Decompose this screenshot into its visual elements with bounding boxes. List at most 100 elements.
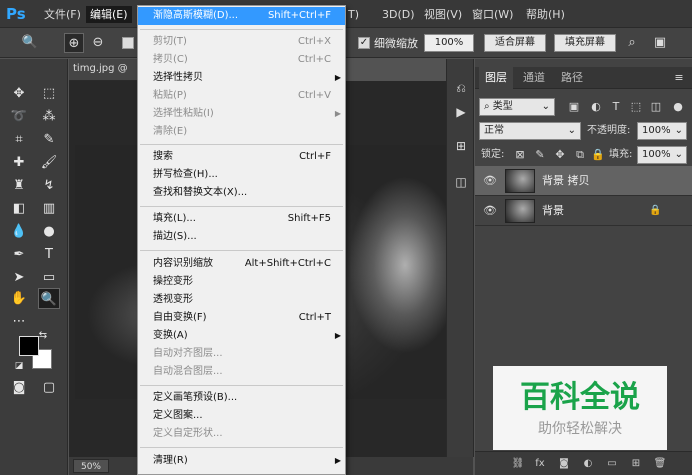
menu-file[interactable]: 文件(F) — [40, 6, 85, 23]
eye-icon[interactable]: 👁 — [483, 174, 497, 188]
menu-item-fade-gaussian-blur[interactable]: 渐隐高斯模糊(D)... Shift+Ctrl+F — [138, 7, 345, 25]
tab-paths[interactable]: 路径 — [555, 67, 589, 89]
search-icon[interactable]: ⌕ — [622, 33, 642, 53]
menu-item-purge[interactable]: 清理(R) ▶ — [138, 452, 345, 470]
brush-tool-icon[interactable]: 🖌 — [38, 152, 60, 173]
menu-item-define-brush[interactable]: 定义画笔预设(B)... — [138, 389, 345, 407]
menu-item-define-custom-shape[interactable]: 定义自定形状... — [138, 425, 345, 443]
menu-item-paste-special[interactable]: 选择性粘贴(I) ▶ — [138, 105, 345, 123]
opacity-field[interactable]: 100% ⌄ — [637, 122, 687, 140]
menu-item-cut[interactable]: 剪切(T) Ctrl+X — [138, 33, 345, 51]
filter-shape-icon[interactable]: ⬚ — [629, 100, 643, 114]
menu-item-copy[interactable]: 拷贝(C) Ctrl+C — [138, 51, 345, 69]
menu-item-paste[interactable]: 粘贴(P) Ctrl+V — [138, 87, 345, 105]
eyedropper-tool-icon[interactable]: ✎ — [38, 129, 60, 150]
zoom-in-icon[interactable]: ⊕ — [64, 33, 84, 53]
default-colors-icon[interactable]: ◪ — [12, 359, 26, 373]
filter-adjustment-icon[interactable]: ◐ — [589, 100, 603, 114]
type-tool-icon[interactable]: T — [38, 244, 60, 265]
tab-layers[interactable]: 图层 — [479, 67, 513, 89]
layer-mask-icon[interactable]: ◙ — [557, 457, 571, 471]
layer-row[interactable]: 👁 背景 拷贝 — [475, 166, 692, 196]
zoom-percent-field[interactable]: 100% — [424, 34, 474, 52]
menu-item-search[interactable]: 搜索 Ctrl+F — [138, 148, 345, 166]
fit-screen-button[interactable]: 适合屏幕 — [484, 34, 546, 52]
filter-smart-object-icon[interactable]: ◫ — [649, 100, 663, 114]
path-selection-tool-icon[interactable]: ➤ — [8, 267, 30, 288]
scrubby-zoom-checkbox[interactable]: ✓ — [358, 37, 370, 49]
new-layer-icon[interactable]: ⊞ — [629, 457, 643, 471]
screen-mode-icon[interactable]: ▢ — [38, 377, 60, 398]
lock-position-icon[interactable]: ✥ — [553, 148, 567, 162]
menu-item-perspective-warp[interactable]: 透视变形 — [138, 291, 345, 309]
pen-tool-icon[interactable]: ✒ — [8, 244, 30, 265]
adjustments-panel-icon[interactable]: ◫ — [452, 173, 470, 191]
workspace-icon[interactable]: ▣ — [650, 33, 670, 53]
menu-item-auto-align-layers[interactable]: 自动对齐图层... — [138, 345, 345, 363]
status-zoom-field[interactable]: 50% — [73, 459, 109, 473]
layer-filter-select[interactable]: ⌕ 类型 ⌄ — [479, 98, 555, 116]
filter-pixel-icon[interactable]: ▣ — [567, 100, 581, 114]
gradient-tool-icon[interactable]: ▥ — [38, 198, 60, 219]
foreground-color-swatch[interactable] — [19, 336, 39, 356]
rectangle-tool-icon[interactable]: ▭ — [38, 267, 60, 288]
lock-all-icon[interactable]: 🔒 — [591, 148, 605, 162]
lasso-tool-icon[interactable]: ➰ — [8, 106, 30, 127]
history-panel-icon[interactable]: ⎌ — [452, 79, 470, 97]
eraser-tool-icon[interactable]: ◧ — [8, 198, 30, 219]
resize-windows-checkbox[interactable] — [122, 37, 134, 49]
link-layers-icon[interactable]: ⛓ — [511, 457, 525, 471]
layer-style-icon[interactable]: fx — [533, 457, 547, 471]
menu-item-define-pattern[interactable]: 定义图案... — [138, 407, 345, 425]
magic-wand-tool-icon[interactable]: ⁂ — [38, 106, 60, 127]
menu-item-find-replace[interactable]: 查找和替换文本(X)... — [138, 184, 345, 202]
quick-mask-icon[interactable]: ◙ — [8, 377, 30, 398]
filter-type-icon[interactable]: T — [609, 100, 623, 114]
menu-3d[interactable]: 3D(D) — [378, 6, 419, 23]
menu-item-transform[interactable]: 变换(A) ▶ — [138, 327, 345, 345]
zoom-out-icon[interactable]: ⊖ — [88, 33, 108, 53]
menu-filter[interactable]: T) — [344, 6, 363, 23]
menu-window[interactable]: 窗口(W) — [468, 6, 517, 23]
menu-item-auto-blend-layers[interactable]: 自动混合图层... — [138, 363, 345, 381]
blur-tool-icon[interactable]: 💧 — [8, 221, 30, 242]
menu-item-stroke[interactable]: 描边(S)... — [138, 228, 345, 246]
actions-play-icon[interactable]: ▶ — [452, 103, 470, 121]
eye-icon[interactable]: 👁 — [483, 204, 497, 218]
menu-item-puppet-warp[interactable]: 操控变形 — [138, 273, 345, 291]
menu-item-fill[interactable]: 填充(L)... Shift+F5 — [138, 210, 345, 228]
menu-item-content-aware-scale[interactable]: 内容识别缩放 Alt+Shift+Ctrl+C — [138, 255, 345, 273]
menu-item-free-transform[interactable]: 自由变换(F) Ctrl+T — [138, 309, 345, 327]
lock-pixels-icon[interactable]: ✎ — [533, 148, 547, 162]
lock-transparent-icon[interactable]: ⊠ — [513, 148, 527, 162]
blend-mode-select[interactable]: 正常 ⌄ — [479, 122, 581, 140]
menu-item-copy-special[interactable]: 选择性拷贝 ▶ — [138, 69, 345, 87]
menu-view[interactable]: 视图(V) — [420, 6, 466, 23]
hand-tool-icon[interactable]: ✋ — [8, 288, 30, 309]
menu-item-clear[interactable]: 清除(E) — [138, 123, 345, 141]
dodge-tool-icon[interactable]: ● — [38, 221, 60, 242]
healing-brush-tool-icon[interactable]: ✚ — [8, 152, 30, 173]
marquee-tool-icon[interactable]: ⬚ — [38, 83, 60, 104]
zoom-tool-icon[interactable]: 🔍 — [38, 288, 60, 309]
adjustment-layer-icon[interactable]: ◐ — [581, 457, 595, 471]
menu-edit[interactable]: 编辑(E) — [86, 6, 132, 23]
new-group-icon[interactable]: ▭ — [605, 457, 619, 471]
menu-item-spell-check[interactable]: 拼写检查(H)... — [138, 166, 345, 184]
filter-toggle-icon[interactable]: ● — [671, 100, 685, 114]
crop-tool-icon[interactable]: ⌗ — [8, 129, 30, 150]
move-tool-icon[interactable]: ✥ — [8, 83, 30, 104]
delete-layer-icon[interactable]: 🗑 — [653, 457, 667, 471]
clone-stamp-tool-icon[interactable]: ♜ — [8, 175, 30, 196]
menu-help[interactable]: 帮助(H) — [522, 6, 569, 23]
zoom-tool-preset-icon[interactable]: 🔍 — [20, 33, 40, 53]
tab-channels[interactable]: 通道 — [517, 67, 551, 89]
fill-screen-button[interactable]: 填充屏幕 — [554, 34, 616, 52]
properties-panel-icon[interactable]: ⊞ — [452, 137, 470, 155]
fill-field[interactable]: 100% ⌄ — [637, 146, 687, 164]
more-tools-icon[interactable]: ⋯ — [8, 311, 30, 332]
history-brush-tool-icon[interactable]: ↯ — [38, 175, 60, 196]
panel-menu-icon[interactable]: ≡ — [672, 71, 686, 85]
layer-row[interactable]: 👁 背景 🔒 — [475, 196, 692, 226]
document-tab[interactable]: timg.jpg @ — [73, 63, 128, 74]
